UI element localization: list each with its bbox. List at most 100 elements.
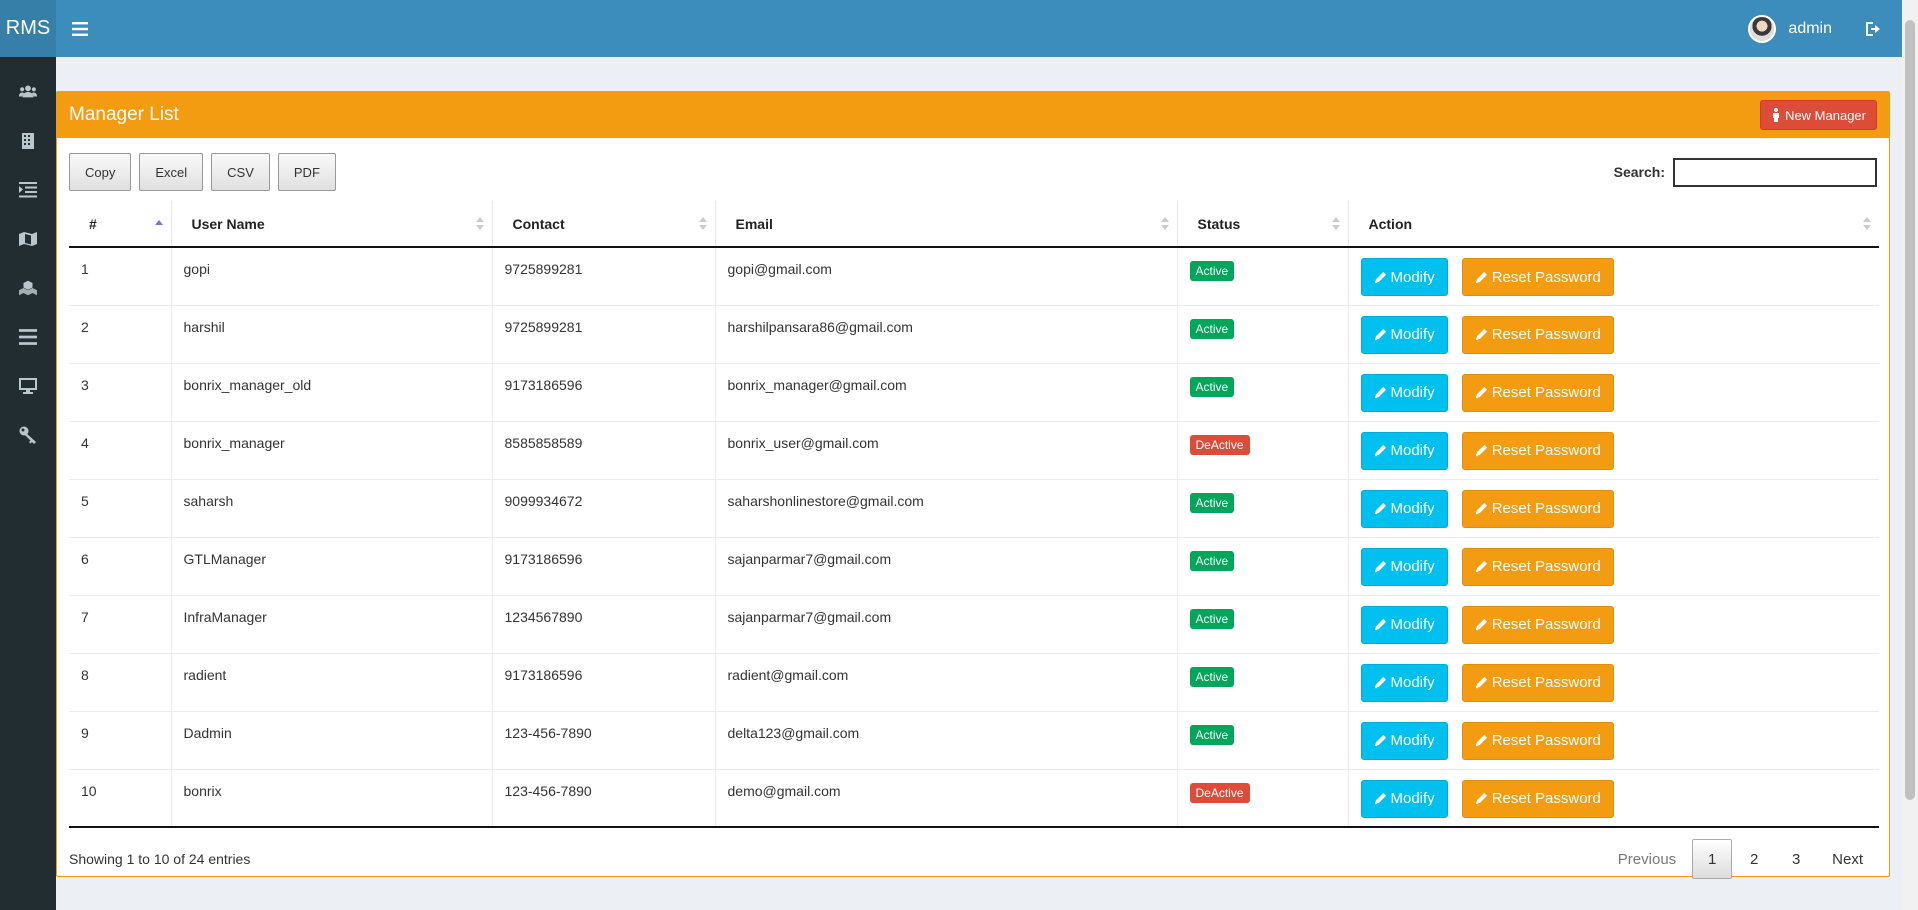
pencil-icon [1475, 792, 1487, 805]
sidebar-item-menu[interactable] [0, 312, 56, 361]
row-status: Active [1177, 595, 1349, 654]
row-email: radient@gmail.com [715, 653, 1178, 712]
reset-password-button[interactable]: Reset Password [1461, 258, 1614, 296]
reset-password-label: Reset Password [1491, 616, 1601, 633]
pencil-icon [1374, 271, 1386, 283]
status-badge: DeActive [1189, 782, 1250, 803]
row-actions: Modify Reset Password [1348, 479, 1879, 538]
row-email: demo@gmail.com [715, 769, 1178, 828]
sidebar-item-map[interactable] [0, 214, 56, 263]
pagination: Previous 1 2 3 Next [1604, 839, 1877, 879]
row-username: GTLManager [171, 537, 493, 596]
sort-icon [475, 217, 484, 231]
page-title: Manager List [69, 104, 179, 125]
table-row: 6 GTLManager 9173186596 sajanparmar7@gmail.… [69, 537, 1879, 596]
scrollbar-thumb[interactable] [1905, 20, 1915, 800]
column-header-contact[interactable]: Contact [492, 201, 716, 248]
modify-button[interactable]: Modify [1360, 663, 1448, 702]
modify-label: Modify [1390, 442, 1435, 459]
csv-button[interactable]: CSV [211, 153, 270, 191]
row-email: saharshonlinestore@gmail.com [715, 479, 1178, 538]
pencil-icon [1374, 444, 1386, 457]
modify-button[interactable]: Modify [1360, 489, 1448, 528]
reset-password-label: Reset Password [1491, 384, 1601, 401]
table-row: 2 harshil 9725899281 harshilpansara86@gmail… [69, 305, 1879, 364]
sidebar-item-list[interactable] [0, 165, 56, 214]
status-badge: DeActive [1189, 434, 1250, 455]
next-page-button[interactable]: Next [1818, 839, 1877, 879]
pencil-icon [1374, 502, 1386, 515]
modify-button[interactable]: Modify [1360, 373, 1448, 412]
row-username: harshil [171, 305, 493, 364]
row-status: Active [1177, 653, 1349, 712]
row-id: 1 [69, 247, 172, 306]
box-header: Manager List New Manager [57, 92, 1889, 138]
modify-label: Modify [1390, 500, 1435, 517]
column-header-email[interactable]: Email [715, 201, 1178, 248]
modify-button[interactable]: Modify [1360, 547, 1448, 586]
copy-button[interactable]: Copy [69, 153, 132, 191]
row-status: Active [1177, 247, 1349, 306]
bars-icon [19, 328, 37, 345]
reset-password-button[interactable]: Reset Password [1461, 315, 1614, 354]
modify-button[interactable]: Modify [1360, 721, 1448, 760]
user-menu[interactable]: admin [1748, 14, 1902, 43]
logout-icon[interactable] [1864, 20, 1882, 38]
sidebar-item-cubes[interactable] [0, 263, 56, 312]
excel-button[interactable]: Excel [139, 153, 204, 191]
modify-label: Modify [1390, 674, 1435, 691]
row-contact: 123-456-7890 [492, 769, 716, 828]
sidebar-item-building[interactable] [0, 116, 56, 165]
column-header-action[interactable]: Action [1348, 201, 1879, 248]
table-row: 5 saharsh 9099934672 saharshonlinestore@gma… [69, 479, 1879, 538]
reset-password-button[interactable]: Reset Password [1461, 663, 1614, 702]
modify-button[interactable]: Modify [1360, 258, 1448, 296]
pencil-icon [1475, 386, 1487, 399]
pdf-button[interactable]: PDF [277, 153, 336, 191]
reset-password-button[interactable]: Reset Password [1461, 779, 1614, 818]
row-email: harshilpansara86@gmail.com [715, 305, 1178, 364]
pencil-icon [1475, 444, 1487, 457]
reset-password-label: Reset Password [1491, 790, 1601, 807]
reset-password-button[interactable]: Reset Password [1461, 605, 1614, 644]
search-input[interactable] [1673, 157, 1877, 187]
row-username: bonrix [171, 769, 493, 828]
status-badge: Active [1189, 608, 1235, 629]
desktop-icon [19, 377, 37, 394]
page-button-1[interactable]: 1 [1692, 839, 1733, 879]
reset-password-label: Reset Password [1491, 558, 1601, 575]
sidebar-item-key[interactable] [0, 410, 56, 459]
pencil-icon [1374, 560, 1386, 573]
sidebar-item-desktop[interactable] [0, 361, 56, 410]
column-header-username[interactable]: User Name [171, 201, 493, 248]
table-row: 9 Dadmin 123-456-7890 delta123@gmail.com Act… [69, 711, 1879, 770]
brand-logo[interactable]: RMS [0, 0, 56, 57]
reset-password-button[interactable]: Reset Password [1461, 547, 1614, 586]
reset-password-button[interactable]: Reset Password [1461, 489, 1614, 528]
modify-label: Modify [1390, 268, 1435, 286]
male-user-icon [1773, 108, 1780, 122]
sidebar-toggle-button[interactable] [56, 0, 104, 57]
modify-button[interactable]: Modify [1360, 315, 1448, 354]
row-username: Dadmin [171, 711, 493, 770]
page-button-2[interactable]: 2 [1734, 839, 1774, 879]
reset-password-button[interactable]: Reset Password [1461, 721, 1614, 760]
pencil-icon [1475, 328, 1487, 341]
modify-button[interactable]: Modify [1360, 431, 1448, 470]
table-row: 4 bonrix_manager 8585858589 bonrix_user@gma… [69, 421, 1879, 480]
reset-password-button[interactable]: Reset Password [1461, 373, 1614, 412]
previous-page-button[interactable]: Previous [1604, 839, 1690, 879]
row-contact: 8585858589 [492, 421, 716, 480]
row-contact: 9099934672 [492, 479, 716, 538]
reset-password-button[interactable]: Reset Password [1461, 431, 1614, 470]
modify-button[interactable]: Modify [1360, 605, 1448, 644]
column-header-id[interactable]: # [69, 201, 172, 248]
column-header-status[interactable]: Status [1177, 201, 1349, 248]
new-manager-button[interactable]: New Manager [1760, 100, 1877, 130]
page-button-3[interactable]: 3 [1776, 839, 1816, 879]
page-scrollbar[interactable] [1902, 0, 1918, 910]
sort-icon [1160, 217, 1169, 231]
sidebar-item-users[interactable] [0, 67, 56, 116]
table-row: 7 InfraManager 1234567890 sajanparmar7@gmai… [69, 595, 1879, 654]
modify-button[interactable]: Modify [1360, 779, 1448, 818]
